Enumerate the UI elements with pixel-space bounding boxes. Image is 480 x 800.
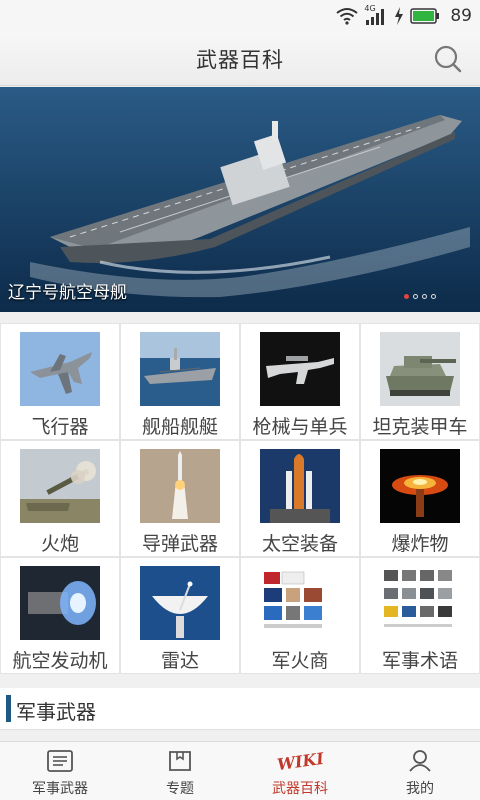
category-radar[interactable]: 雷达 (121, 558, 239, 673)
arms-dealer-icon (260, 566, 340, 640)
jet-engine-icon (20, 566, 100, 640)
missile-icon (140, 449, 220, 523)
bottom-tab-bar: 军事武器 专题 WIKI 武器百科 我的 (0, 741, 480, 800)
category-grid: 飞行器 舰船舰艇 枪械与单兵 坦克装甲车 火炮 导弹武器 太空装备 爆炸物 航空… (0, 323, 480, 674)
category-explosion[interactable]: 爆炸物 (361, 441, 479, 556)
tab-label: 专题 (166, 781, 194, 797)
explosion-icon (380, 449, 460, 523)
status-icons: 4G 89 (336, 4, 472, 28)
category-label: 导弹武器 (141, 533, 218, 555)
tab-label: 我的 (406, 781, 434, 797)
category-label: 火炮 (40, 533, 79, 555)
category-label: 雷达 (160, 650, 199, 672)
search-button[interactable] (432, 43, 464, 75)
news-icon (45, 748, 75, 774)
rifle-icon (260, 332, 340, 406)
category-tank[interactable]: 坦克装甲车 (361, 324, 479, 439)
banner-caption: 辽宁号航空母舰 (8, 283, 127, 303)
category-label: 航空发动机 (12, 650, 108, 672)
category-rifle[interactable]: 枪械与单兵 (241, 324, 359, 439)
category-warship[interactable]: 舰船舰艇 (121, 324, 239, 439)
tank-icon (380, 332, 460, 406)
tab-topics[interactable]: 专题 (120, 742, 240, 800)
featured-banner[interactable]: 辽宁号航空母舰 (0, 87, 480, 312)
pager-dot[interactable] (404, 294, 409, 299)
category-label: 爆炸物 (391, 533, 449, 555)
pager-dot[interactable] (413, 294, 418, 299)
radar-dish-icon (140, 566, 220, 640)
category-jet-engine[interactable]: 航空发动机 (1, 558, 119, 673)
search-icon (434, 45, 462, 73)
battery-percent: 89 (450, 6, 472, 26)
category-label: 舰船舰艇 (141, 416, 218, 438)
tab-label: 军事武器 (32, 781, 88, 797)
warship-icon (140, 332, 220, 406)
cell-signal-icon: 4G (364, 4, 388, 25)
pager-dot[interactable] (422, 294, 427, 299)
category-label: 太空装备 (261, 533, 338, 555)
status-bar: 4G 89 (0, 0, 480, 32)
military-terms-icon (380, 566, 460, 640)
bookmark-icon (165, 748, 195, 774)
category-missile[interactable]: 导弹武器 (121, 441, 239, 556)
page-title: 武器百科 (196, 48, 284, 72)
tab-military-weapons[interactable]: 军事武器 (0, 742, 120, 800)
section-accent-bar (6, 695, 11, 722)
artillery-icon (20, 449, 100, 523)
category-artillery[interactable]: 火炮 (1, 441, 119, 556)
charging-icon (395, 7, 404, 25)
tab-label: 武器百科 (272, 781, 328, 797)
user-icon (405, 748, 435, 774)
tab-mine[interactable]: 我的 (360, 742, 480, 800)
wifi-icon (336, 8, 358, 25)
battery-icon (410, 8, 440, 24)
section-title: 军事武器 (16, 700, 96, 724)
category-label: 军事术语 (381, 650, 458, 672)
category-label: 军火商 (271, 650, 329, 672)
category-label: 坦克装甲车 (372, 416, 468, 438)
category-label: 飞行器 (31, 416, 89, 438)
space-shuttle-icon (260, 449, 340, 523)
pager-dot[interactable] (431, 294, 436, 299)
tab-weapon-wiki[interactable]: WIKI 武器百科 (240, 742, 360, 800)
category-space-shuttle[interactable]: 太空装备 (241, 441, 359, 556)
category-arms-dealer[interactable]: 军火商 (241, 558, 359, 673)
category-fighter-jet[interactable]: 飞行器 (1, 324, 119, 439)
wiki-icon: WIKI (275, 748, 324, 774)
fighter-jet-icon (20, 332, 100, 406)
category-military-terms[interactable]: 军事术语 (361, 558, 479, 673)
category-label: 枪械与单兵 (252, 416, 348, 438)
app-header: 武器百科 (0, 32, 480, 86)
section-header: 军事武器 (0, 688, 480, 730)
wiki-badge: WIKI (275, 748, 325, 774)
banner-pager (404, 294, 436, 299)
